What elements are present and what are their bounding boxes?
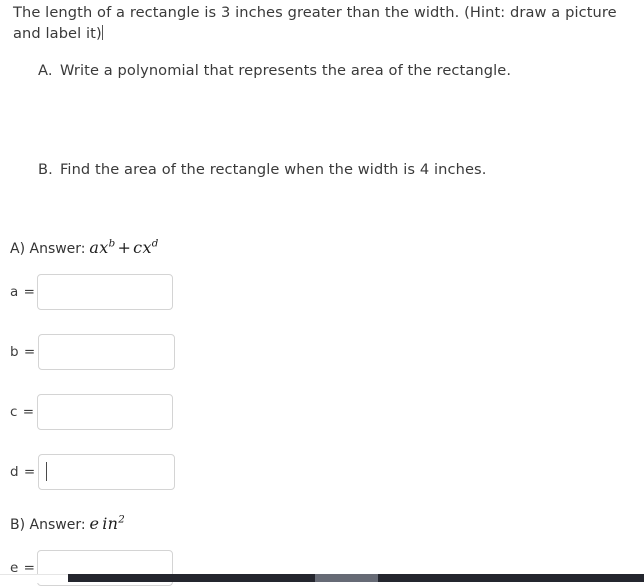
answer-b-unit-exponent: 2 [118, 513, 126, 526]
field-input-d-wrap [37, 454, 175, 490]
field-input-d[interactable] [38, 454, 175, 490]
answer-a-term2-exponent: d [151, 237, 159, 250]
horizontal-scrollbar[interactable] [68, 574, 644, 582]
field-label-a: a = [10, 284, 36, 300]
answer-b-unit: in [102, 514, 119, 533]
answer-a-term1-base: x [99, 238, 109, 257]
question-prompt-line-2: and label it) [13, 25, 102, 42]
field-label-d: d = [10, 464, 36, 480]
answer-a-term2-base: x [142, 238, 152, 257]
answer-b-line: B) Answer: e in2 [10, 514, 125, 535]
sub-question-b: B. Find the area of the rectangle when th… [38, 160, 486, 180]
answer-b-expression: e in2 [89, 514, 125, 533]
sub-question-a-marker: A. [38, 62, 53, 79]
field-row-a: a = [10, 272, 173, 312]
answer-a-label: A) Answer: [10, 241, 86, 257]
field-label-c: c = [10, 404, 35, 420]
answer-a-expression: axb + cxd [89, 238, 158, 257]
horizontal-scrollbar-thumb[interactable] [315, 574, 378, 582]
answer-b-label: B) Answer: [10, 517, 86, 533]
field-input-c[interactable] [37, 394, 173, 430]
field-row-b: b = [10, 332, 175, 372]
sub-question-a: A. Write a polynomial that represents the… [38, 61, 511, 81]
sub-question-b-text: Find the area of the rectangle when the … [60, 161, 487, 178]
field-label-b: b = [10, 344, 36, 360]
answer-b-variable: e [89, 514, 100, 533]
question-prompt: The length of a rectangle is 3 inches gr… [13, 2, 638, 44]
sub-question-b-marker: B. [38, 161, 53, 178]
text-caret [101, 25, 103, 40]
answer-a-operator: + [117, 238, 132, 257]
field-d-text-caret [46, 462, 47, 481]
question-prompt-line-1: The length of a rectangle is 3 inches gr… [13, 4, 617, 21]
answer-a-line: A) Answer: axb + cxd [10, 238, 159, 259]
answer-a-term1-coeff: a [89, 238, 100, 257]
field-input-a[interactable] [37, 274, 173, 310]
field-row-c: c = [10, 392, 173, 432]
sub-question-a-text: Write a polynomial that represents the a… [60, 62, 512, 79]
field-row-d: d = [10, 452, 175, 492]
field-input-b[interactable] [38, 334, 175, 370]
